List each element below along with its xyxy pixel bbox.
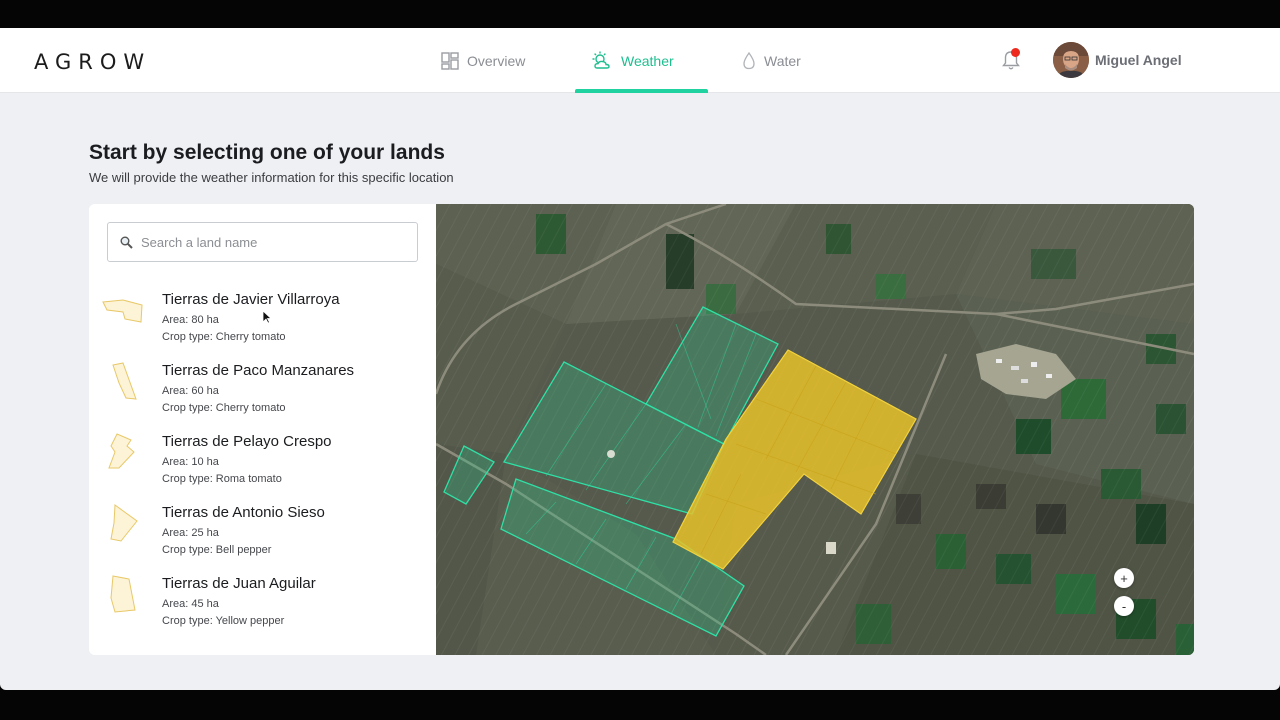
zoom-out-button[interactable]: - bbox=[1114, 596, 1134, 616]
land-name: Tierras de Juan Aguilar bbox=[162, 575, 316, 592]
land-item[interactable]: Tierras de Paco Manzanares Area: 60 ha C… bbox=[89, 357, 436, 427]
land-name: Tierras de Paco Manzanares bbox=[162, 362, 355, 379]
satellite-map[interactable]: + - bbox=[436, 204, 1194, 655]
land-area: Area: 10 ha bbox=[162, 456, 219, 468]
user-photo bbox=[1053, 42, 1089, 78]
app-window: AGROW Overview Weather Water Miguel Ange… bbox=[0, 28, 1280, 690]
tab-water-label: Water bbox=[764, 52, 801, 69]
land-name: Tierras de Pelayo Crespo bbox=[162, 433, 332, 450]
dashboard-icon bbox=[441, 51, 459, 70]
land-shape-icon bbox=[112, 362, 137, 400]
land-item[interactable]: Tierras de Juan Aguilar Area: 45 ha Crop… bbox=[89, 570, 436, 640]
tab-water[interactable]: Water bbox=[742, 28, 801, 93]
screen-top-border bbox=[0, 0, 1280, 28]
search-icon bbox=[120, 236, 133, 249]
land-area: Area: 45 ha bbox=[162, 598, 219, 610]
tab-weather[interactable]: Weather bbox=[575, 28, 708, 93]
land-crop-type: Crop type: Bell pepper bbox=[162, 544, 272, 556]
land-shape-icon bbox=[110, 575, 136, 613]
water-drop-icon bbox=[743, 51, 755, 69]
farm-building bbox=[826, 542, 836, 554]
screen-bottom-border bbox=[0, 690, 1280, 720]
land-area: Area: 60 ha bbox=[162, 385, 219, 397]
land-shape-icon bbox=[102, 299, 143, 323]
land-item[interactable]: Tierras de Antonio Sieso Area: 25 ha Cro… bbox=[89, 499, 436, 569]
land-list-panel: Tierras de Javier Villarroya Area: 80 ha… bbox=[89, 204, 436, 655]
sun-cloud-icon bbox=[592, 51, 610, 69]
user-name[interactable]: Miguel Angel bbox=[1095, 52, 1182, 68]
tab-overview-label: Overview bbox=[467, 52, 526, 69]
search-box[interactable] bbox=[107, 222, 418, 262]
land-crop-type: Crop type: Yellow pepper bbox=[162, 615, 285, 627]
avatar[interactable] bbox=[1053, 42, 1089, 78]
search-input[interactable] bbox=[141, 234, 401, 250]
land-crop-type: Crop type: Cherry tomato bbox=[162, 331, 286, 343]
page-title: Start by selecting one of your lands bbox=[89, 141, 445, 164]
zoom-in-button[interactable]: + bbox=[1114, 568, 1134, 588]
land-selector-card: Tierras de Javier Villarroya Area: 80 ha… bbox=[89, 204, 1194, 655]
page-subtitle: We will provide the weather information … bbox=[89, 170, 454, 185]
notification-badge bbox=[1011, 48, 1020, 57]
app-logo[interactable]: AGROW bbox=[34, 50, 151, 74]
land-area: Area: 80 ha bbox=[162, 314, 219, 326]
map-canvas[interactable] bbox=[436, 204, 1194, 655]
land-name: Tierras de Javier Villarroya bbox=[162, 291, 340, 308]
land-item[interactable]: Tierras de Pelayo Crespo Area: 10 ha Cro… bbox=[89, 428, 436, 498]
active-tab-indicator bbox=[575, 89, 708, 93]
land-name: Tierras de Antonio Sieso bbox=[162, 504, 325, 521]
top-navigation-bar: AGROW Overview Weather Water Miguel Ange… bbox=[0, 28, 1280, 93]
land-crop-type: Crop type: Roma tomato bbox=[162, 473, 282, 485]
land-crop-type: Crop type: Cherry tomato bbox=[162, 402, 286, 414]
tab-weather-label: Weather bbox=[621, 52, 674, 69]
tab-overview[interactable]: Overview bbox=[441, 28, 525, 93]
land-shape-icon bbox=[108, 433, 135, 469]
pivot-marker bbox=[607, 450, 615, 458]
land-shape-icon bbox=[110, 504, 138, 542]
land-area: Area: 25 ha bbox=[162, 527, 219, 539]
mouse-cursor-icon bbox=[262, 310, 272, 324]
